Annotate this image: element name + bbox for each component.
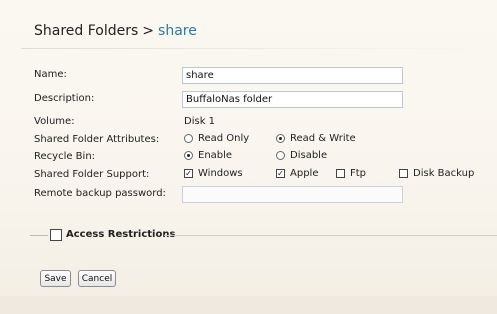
- footer-band: [0, 296, 497, 314]
- read-only-option[interactable]: Read Only: [184, 133, 249, 144]
- recycle-disable-option[interactable]: Disable: [276, 150, 327, 161]
- access-restrictions-label: Access Restrictions: [66, 229, 176, 240]
- support-label: Shared Folder Support:: [34, 169, 150, 180]
- access-restrictions-checkbox[interactable]: [50, 229, 62, 241]
- remote-backup-label: Remote backup password:: [34, 188, 166, 199]
- read-only-label: Read Only: [198, 133, 250, 144]
- description-label: Description:: [34, 93, 95, 104]
- read-only-radio-icon[interactable]: [184, 134, 193, 143]
- attributes-label: Shared Folder Attributes:: [34, 134, 160, 145]
- support-ftp-checkbox[interactable]: [336, 169, 345, 178]
- breadcrumb-parent[interactable]: Shared Folders: [34, 23, 138, 39]
- support-windows-option[interactable]: ✓ Windows: [184, 168, 243, 179]
- read-write-label: Read & Write: [290, 133, 356, 144]
- support-windows-label: Windows: [198, 168, 243, 179]
- recycle-enable-label: Enable: [198, 150, 233, 161]
- description-field[interactable]: [182, 91, 403, 108]
- remote-backup-password-field[interactable]: [182, 186, 403, 203]
- support-apple-label: Apple: [290, 168, 319, 179]
- read-write-radio-icon[interactable]: [276, 134, 285, 143]
- recycle-disable-radio-icon[interactable]: [276, 151, 285, 160]
- support-ftp-label: Ftp: [350, 168, 367, 179]
- name-field[interactable]: [182, 67, 403, 84]
- support-disk-backup-option[interactable]: Disk Backup: [399, 168, 474, 179]
- support-ftp-option[interactable]: Ftp: [336, 168, 366, 179]
- support-apple-option[interactable]: ✓ Apple: [276, 168, 318, 179]
- volume-label: Volume:: [34, 116, 75, 127]
- check-icon[interactable]: ✓: [184, 169, 193, 178]
- recycle-disable-label: Disable: [290, 150, 328, 161]
- recycle-enable-option[interactable]: Enable: [184, 150, 232, 161]
- header-divider: [21, 48, 497, 49]
- breadcrumb-separator: >: [142, 23, 155, 39]
- save-button[interactable]: Save: [40, 270, 71, 287]
- cancel-button[interactable]: Cancel: [78, 270, 116, 287]
- support-disk-backup-checkbox[interactable]: [399, 169, 408, 178]
- access-restrictions-section: Access Restrictions: [30, 228, 497, 242]
- volume-value: Disk 1: [184, 116, 216, 127]
- recycle-enable-radio-icon[interactable]: [184, 151, 193, 160]
- read-write-option[interactable]: Read & Write: [276, 133, 356, 144]
- recycle-bin-label: Recycle Bin:: [34, 151, 96, 162]
- support-disk-backup-label: Disk Backup: [413, 168, 475, 179]
- shared-folder-panel: Shared Folders>share Name: Description: …: [0, 0, 497, 314]
- breadcrumb: Shared Folders > share: [34, 23, 197, 39]
- section-divider-right: [164, 235, 497, 236]
- section-divider-left: [30, 235, 48, 236]
- check-icon[interactable]: ✓: [276, 169, 285, 178]
- name-label: Name:: [34, 69, 67, 80]
- breadcrumb-current: share: [158, 23, 197, 39]
